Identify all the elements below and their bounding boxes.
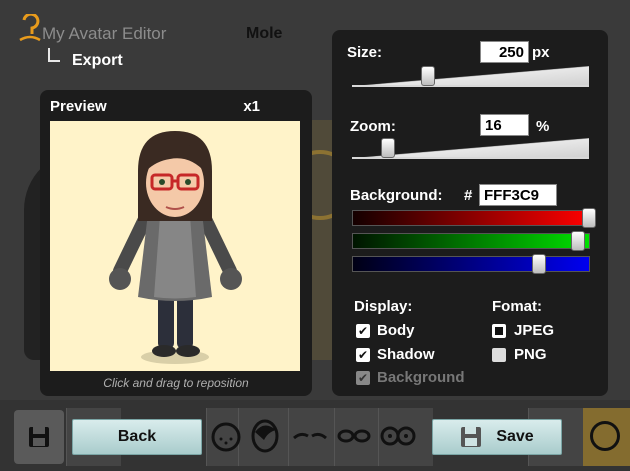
eyes-icon[interactable]: [336, 428, 372, 444]
floppy-disk-icon[interactable]: [14, 410, 64, 464]
head-ring-icon[interactable]: [590, 421, 620, 451]
jpeg-radio-label[interactable]: JPEG: [514, 322, 554, 339]
save-button-label: Save: [496, 428, 534, 445]
preview-panel: Preview x1 Click and drag to reposition: [40, 90, 312, 396]
format-heading: Fomat:: [492, 298, 542, 315]
app-logo-icon: [19, 14, 41, 42]
hair-icon[interactable]: [250, 418, 280, 454]
green-slider-track[interactable]: [352, 233, 590, 249]
shadow-checkbox[interactable]: ✔: [356, 348, 370, 362]
zoom-input[interactable]: [480, 114, 529, 136]
size-slider-thumb[interactable]: [420, 66, 435, 86]
back-button-label: Back: [117, 428, 157, 445]
background-label: Background:: [350, 187, 443, 204]
app-title: My Avatar Editor: [42, 24, 167, 43]
tree-connector: [48, 48, 60, 62]
background-hex-input[interactable]: [479, 184, 557, 206]
hex-hash: #: [464, 187, 473, 204]
preview-scale: x1: [243, 98, 260, 115]
avatar-figure: [109, 131, 242, 364]
body-checkbox-label[interactable]: Body: [377, 322, 415, 339]
zoom-label: Zoom:: [350, 118, 396, 135]
png-radio[interactable]: [492, 348, 506, 362]
back-button[interactable]: Back: [72, 419, 202, 455]
size-input[interactable]: [480, 41, 529, 63]
red-slider-track[interactable]: [352, 210, 590, 226]
preview-hint: Click and drag to reposition: [103, 376, 249, 390]
red-slider-thumb[interactable]: [582, 208, 596, 228]
png-radio-label[interactable]: PNG: [514, 346, 547, 363]
eyebrows-icon[interactable]: [292, 428, 328, 444]
save-button[interactable]: Save: [432, 419, 562, 455]
size-slider-base: [352, 85, 589, 87]
breadcrumb-export: Export: [72, 52, 123, 69]
blue-slider-track[interactable]: [352, 256, 590, 272]
glasses-icon[interactable]: [380, 424, 416, 448]
background-checkbox-label: Background: [377, 369, 465, 386]
size-slider-track[interactable]: [352, 66, 589, 86]
preview-title: Preview: [50, 98, 107, 115]
background-checkbox: ✔: [356, 371, 370, 385]
size-unit: px: [532, 44, 550, 61]
face-icon[interactable]: [210, 421, 242, 453]
display-heading: Display:: [354, 298, 413, 315]
preview-canvas[interactable]: [50, 121, 300, 371]
blue-slider-thumb[interactable]: [531, 254, 546, 274]
settings-panel: Size: px Zoom: % Background: # Display: …: [332, 30, 608, 396]
size-label: Size:: [347, 44, 383, 61]
zoom-unit: %: [536, 118, 550, 135]
green-slider-thumb[interactable]: [570, 231, 585, 251]
jpeg-radio[interactable]: [492, 324, 506, 338]
zoom-slider-thumb[interactable]: [380, 138, 395, 158]
body-checkbox[interactable]: ✔: [356, 324, 370, 338]
avatar-name: Mole: [246, 25, 283, 42]
save-disk-icon: [461, 427, 482, 447]
shadow-checkbox-label[interactable]: Shadow: [377, 346, 435, 363]
